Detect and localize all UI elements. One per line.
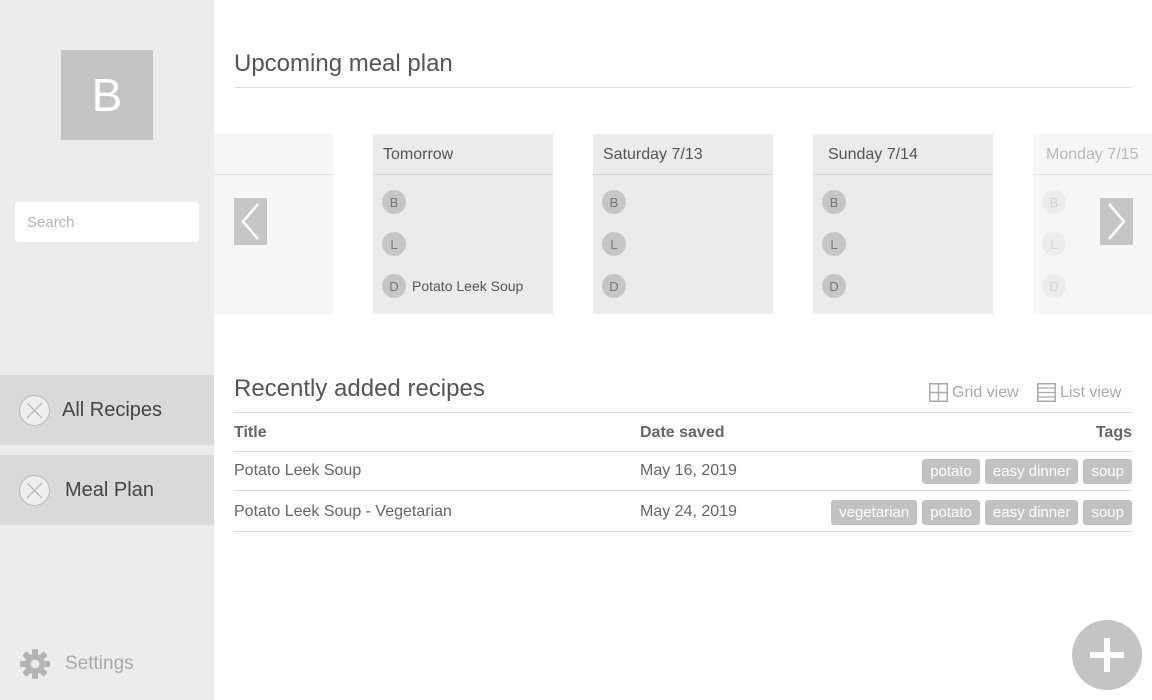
settings-label: Settings — [65, 653, 134, 674]
nav-item-all-recipes[interactable]: All Recipes — [0, 375, 214, 445]
tag-chip[interactable]: vegetarian — [831, 500, 918, 525]
plus-icon — [1090, 638, 1124, 672]
sidebar: B All Recipes Meal Plan — [0, 0, 214, 700]
meal-slot-breakfast[interactable]: B — [602, 190, 626, 214]
gear-icon — [20, 649, 50, 679]
recipe-date: May 16, 2019 — [640, 462, 737, 479]
divider — [234, 87, 1132, 88]
nav-item-label: All Recipes — [62, 398, 163, 421]
chevron-right-icon — [1108, 203, 1126, 240]
meal-slot-lunch[interactable]: L — [602, 232, 626, 256]
day-card-label: Sunday 7/14 — [813, 134, 993, 175]
meal-badge: D — [602, 274, 626, 298]
day-card-saturday[interactable]: Saturday 7/13 B L D — [593, 134, 773, 314]
close-circle-icon — [19, 394, 50, 426]
next-day-button[interactable] — [1100, 198, 1133, 245]
column-header-tags: Tags — [1095, 424, 1132, 441]
meal-name: Potato Leek Soup — [412, 278, 524, 294]
day-card-sunday[interactable]: Sunday 7/14 B L D — [813, 134, 993, 314]
meal-badge: B — [1042, 190, 1066, 214]
day-card-tomorrow[interactable]: Tomorrow B L D Potato Leek Soup — [373, 134, 553, 314]
divider — [234, 531, 1132, 532]
meal-slot-lunch[interactable]: L — [1042, 232, 1066, 256]
meal-badge: L — [1042, 232, 1066, 256]
meal-badge: D — [822, 274, 846, 298]
list-view-label: List view — [1060, 383, 1122, 401]
tag-list: potato easy dinner soup — [922, 459, 1132, 484]
meal-slot-breakfast[interactable]: B — [382, 190, 412, 214]
meal-badge: D — [1042, 274, 1066, 298]
close-circle-icon — [19, 474, 50, 506]
nav-item-label: Meal Plan — [65, 478, 154, 501]
recent-recipes-title: Recently added recipes — [234, 375, 485, 402]
grid-icon — [929, 383, 948, 402]
search-input[interactable] — [15, 202, 199, 242]
day-card-label: Monday 7/15 — [1033, 134, 1152, 175]
meal-slot-dinner[interactable]: D — [1042, 274, 1066, 298]
day-card-previous[interactable] — [214, 134, 333, 314]
meal-badge: L — [382, 232, 406, 256]
day-card-label — [214, 134, 333, 175]
recipe-title: Potato Leek Soup — [234, 462, 362, 479]
add-recipe-button[interactable] — [1072, 620, 1142, 690]
column-header-title[interactable]: Title — [234, 424, 267, 442]
meal-slot-dinner[interactable]: D — [822, 274, 846, 298]
meal-slot-dinner[interactable]: D Potato Leek Soup — [382, 274, 523, 298]
app: B All Recipes Meal Plan — [0, 0, 1152, 700]
meal-slot-dinner[interactable]: D — [602, 274, 626, 298]
list-view-toggle[interactable]: List view — [1037, 383, 1121, 402]
avatar[interactable]: B — [61, 50, 153, 140]
list-icon — [1037, 383, 1056, 402]
tag-chip[interactable]: potato — [922, 500, 980, 525]
meal-badge: B — [602, 190, 626, 214]
tag-chip[interactable]: soup — [1083, 459, 1132, 484]
settings-link[interactable]: Settings — [19, 648, 134, 680]
table-row[interactable]: Potato Leek Soup - Vegetarian May 24, 20… — [234, 492, 1132, 532]
tag-chip[interactable]: easy dinner — [984, 459, 1079, 484]
meal-slot-lunch[interactable]: L — [382, 232, 412, 256]
meal-plan-title: Upcoming meal plan — [234, 50, 453, 77]
chevron-left-icon — [241, 203, 259, 240]
meal-slot-breakfast[interactable]: B — [1042, 190, 1066, 214]
day-card-monday[interactable]: Monday 7/15 B L D — [1033, 134, 1152, 314]
meal-badge: L — [822, 232, 846, 256]
nav-item-meal-plan[interactable]: Meal Plan — [0, 455, 214, 525]
day-card-label: Tomorrow — [373, 134, 553, 175]
grid-view-toggle[interactable]: Grid view — [929, 383, 1019, 402]
tag-chip[interactable]: potato — [922, 459, 980, 484]
table-row[interactable]: Potato Leek Soup May 16, 2019 potato eas… — [234, 451, 1132, 491]
tag-chip[interactable]: easy dinner — [984, 500, 1079, 525]
grid-view-label: Grid view — [952, 383, 1019, 401]
meal-slot-breakfast[interactable]: B — [822, 190, 846, 214]
meal-badge: L — [602, 232, 626, 256]
meal-badge: D — [382, 274, 406, 298]
divider — [234, 412, 1132, 413]
previous-day-button[interactable] — [234, 198, 267, 245]
meal-badge: B — [822, 190, 846, 214]
divider — [234, 490, 1132, 491]
meal-badge: B — [382, 190, 406, 214]
tag-list: vegetarian potato easy dinner soup — [831, 500, 1132, 525]
recipe-date: May 24, 2019 — [640, 503, 737, 520]
day-card-label: Saturday 7/13 — [593, 134, 773, 175]
recipe-title: Potato Leek Soup - Vegetarian — [234, 503, 452, 520]
meal-slot-lunch[interactable]: L — [822, 232, 846, 256]
tag-chip[interactable]: soup — [1083, 500, 1132, 525]
column-header-date[interactable]: Date saved — [640, 424, 725, 442]
